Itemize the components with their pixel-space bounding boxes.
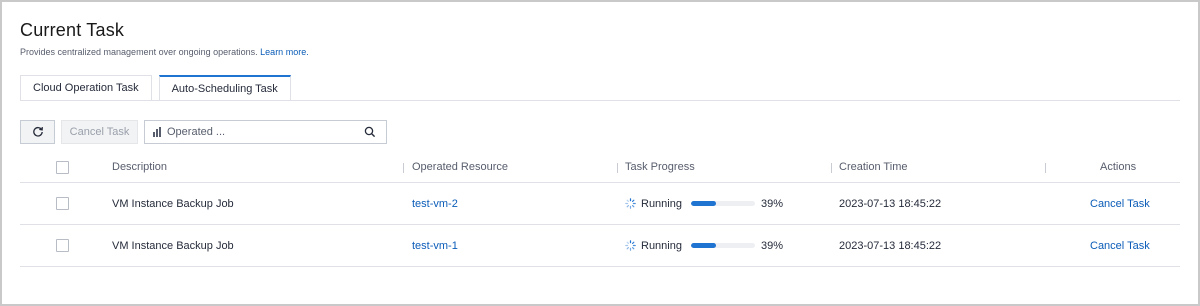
task-table: Description Operated Resource Task Progr… xyxy=(20,152,1180,267)
tab-auto-scheduling-task[interactable]: Auto-Scheduling Task xyxy=(158,75,291,101)
loading-spinner-icon xyxy=(625,240,636,251)
progress-cell: Running 39% xyxy=(625,225,783,266)
select-all-cell xyxy=(56,152,69,182)
column-divider xyxy=(403,163,404,173)
page-subtitle: Provides centralized management over ong… xyxy=(20,47,309,57)
page-title: Current Task xyxy=(20,20,125,40)
column-divider xyxy=(831,163,832,173)
progress-bar xyxy=(690,243,755,248)
status-text: Running xyxy=(641,239,682,252)
row-description: VM Instance Backup Job xyxy=(112,197,234,210)
search-icon[interactable] xyxy=(364,126,376,138)
creation-time: 2023-07-13 18:45:22 xyxy=(839,197,942,210)
row-select-cell xyxy=(56,225,69,266)
column-header-creation-time: Creation Time xyxy=(839,161,908,173)
table-row: VM Instance Backup Job test-vm-1 Running… xyxy=(20,225,1180,267)
task-page: Current Task Provides centralized manage… xyxy=(0,0,1200,306)
column-header-actions: Actions xyxy=(1100,161,1137,173)
row-select-cell xyxy=(56,183,69,224)
progress-bar xyxy=(690,201,755,206)
row-checkbox[interactable] xyxy=(56,197,69,210)
creation-time: 2023-07-13 18:45:22 xyxy=(839,239,942,252)
resource-link[interactable]: test-vm-1 xyxy=(412,225,458,266)
row-description: VM Instance Backup Job xyxy=(112,239,234,252)
progress-percent: 39% xyxy=(760,239,784,252)
tab-cloud-operation-task[interactable]: Cloud Operation Task xyxy=(20,75,152,101)
cancel-task-link[interactable]: Cancel Task xyxy=(1090,183,1150,224)
filter-bars-icon xyxy=(153,127,162,137)
cancel-task-button[interactable]: Cancel Task xyxy=(61,120,138,144)
table-header: Description Operated Resource Task Progr… xyxy=(20,152,1180,183)
search-box[interactable] xyxy=(144,120,387,144)
column-divider xyxy=(617,163,618,173)
table-row: VM Instance Backup Job test-vm-2 Running… xyxy=(20,183,1180,225)
cancel-task-link[interactable]: Cancel Task xyxy=(1090,225,1150,266)
progress-cell: Running 39% xyxy=(625,183,783,224)
progress-percent: 39% xyxy=(760,197,784,210)
column-header-resource: Operated Resource xyxy=(412,161,508,173)
resource-link[interactable]: test-vm-2 xyxy=(412,183,458,224)
toolbar: Cancel Task xyxy=(20,120,387,144)
status-text: Running xyxy=(641,197,682,210)
search-input[interactable] xyxy=(167,126,357,138)
tab-bar: Cloud Operation Task Auto-Scheduling Tas… xyxy=(20,75,298,101)
row-checkbox[interactable] xyxy=(56,239,69,252)
refresh-icon xyxy=(32,127,43,137)
refresh-button[interactable] xyxy=(20,120,55,144)
progress-bar-fill xyxy=(690,243,716,248)
tab-divider xyxy=(20,100,1180,101)
select-all-checkbox[interactable] xyxy=(56,160,69,174)
learn-more-link[interactable]: Learn more. xyxy=(260,47,309,57)
loading-spinner-icon xyxy=(625,198,636,209)
subtitle-text: Provides centralized management over ong… xyxy=(20,47,258,57)
column-header-progress: Task Progress xyxy=(625,161,695,173)
column-header-description: Description xyxy=(112,161,168,173)
column-divider xyxy=(1045,163,1046,173)
progress-bar-fill xyxy=(690,201,716,206)
